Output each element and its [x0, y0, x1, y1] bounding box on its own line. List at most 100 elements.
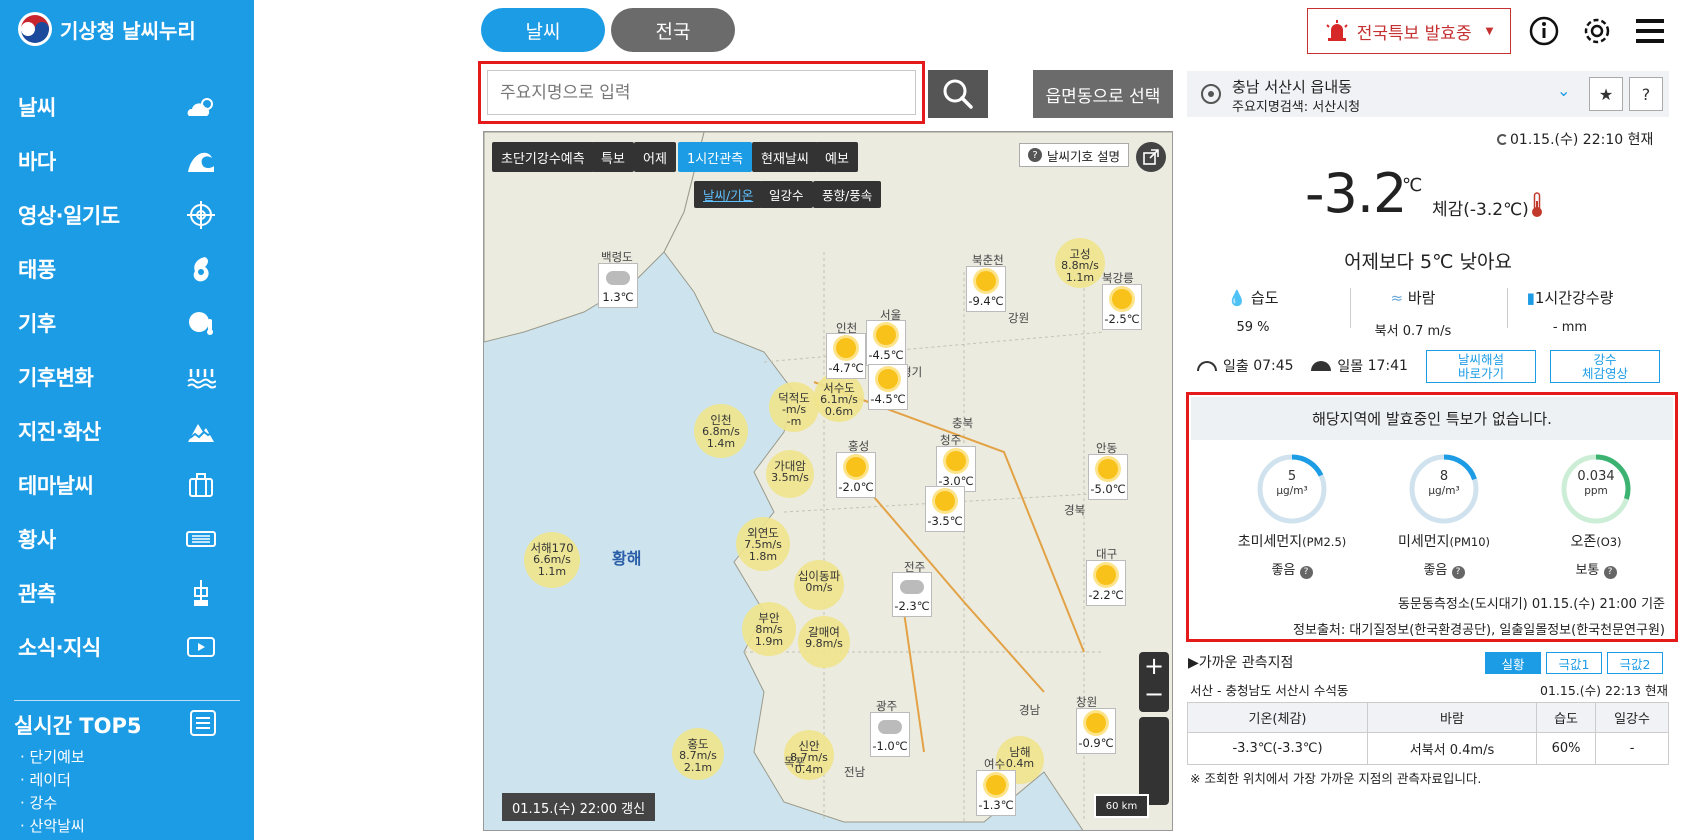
time-control[interactable] [1139, 717, 1169, 805]
siren-icon [1325, 20, 1348, 41]
station-weather-marker[interactable]: -3.5℃ [925, 486, 965, 532]
sidebar-item-weather[interactable]: 날씨 [0, 80, 254, 134]
menu-button[interactable] [1633, 14, 1667, 48]
map-btn-nowcast[interactable]: 초단기강수예측 [492, 142, 594, 172]
help-icon[interactable]: ? [1603, 566, 1617, 579]
top5-item[interactable]: · 강수 [20, 792, 85, 815]
settings-button[interactable] [1580, 14, 1614, 48]
help-button[interactable]: ? [1629, 77, 1663, 111]
buoy-marker[interactable]: 가대암 3.5m/s [766, 450, 814, 498]
brand[interactable]: 기상청 날씨누리 [18, 12, 196, 46]
sidebar-item-climate[interactable]: 기후 [0, 296, 254, 350]
favorite-button[interactable]: ★ [1589, 77, 1623, 111]
wind-metric: ≈ 바람 북서 0.7 m/s [1333, 287, 1493, 339]
station-weather-marker[interactable]: -1.3℃ [976, 770, 1016, 816]
target-icon[interactable] [1201, 84, 1221, 104]
tab-weather[interactable]: 날씨 [481, 8, 605, 52]
station-weather-marker[interactable]: -2.3℃ [892, 572, 932, 617]
buoy-marker[interactable]: 덕적도 -m/s -m [769, 382, 819, 432]
station-weather-marker[interactable]: -4.7℃ [826, 333, 866, 379]
map-btn-current[interactable]: 현재날씨 [752, 142, 818, 172]
buoy-marker[interactable]: 서해170 6.6m/s 1.1m [524, 532, 580, 588]
map-btn-hourly-obs[interactable]: 1시간관측 [678, 142, 753, 172]
station-weather-marker[interactable]: -1.0℃ [870, 712, 910, 757]
tab-live[interactable]: 실황 [1485, 652, 1541, 674]
station-weather-marker[interactable]: -2.2℃ [1086, 560, 1126, 606]
humidity-metric: 💧 습도 59 % [1173, 287, 1333, 335]
help-icon[interactable]: ? [1451, 566, 1465, 579]
wind-value: 북서 0.7 m/s [1374, 324, 1452, 339]
sidebar-item-label: 영상·일기도 [18, 204, 120, 228]
map-sub-weather-temp[interactable]: 날씨/기온 [694, 181, 763, 208]
buoy-marker[interactable]: 갈매여 9.8m/s [798, 616, 850, 668]
brand-name: 기상청 날씨누리 [60, 18, 196, 43]
nearby-location: 서산 - 충청남도 서산시 수석동 [1190, 683, 1349, 698]
station-weather-marker[interactable]: -9.4℃ [966, 266, 1006, 312]
legend-button[interactable]: ? 날씨기호 설명 [1019, 143, 1129, 167]
buoy-marker[interactable]: 십이동파 0m/s [794, 560, 844, 610]
region-label: 경남 [1019, 703, 1041, 717]
column-header: 일강수 [1595, 702, 1669, 733]
feels-like: 체감(-3.2℃) [1432, 200, 1529, 220]
tab-extreme1[interactable]: 극값1 [1546, 652, 1602, 674]
station-weather-marker[interactable]: -4.5℃ [866, 320, 906, 366]
sidebar-item-observation[interactable]: 관측 [0, 566, 254, 620]
map-btn-forecast[interactable]: 예보 [816, 142, 858, 172]
emd-select-button[interactable]: 읍면동으로 선택 [1033, 70, 1173, 118]
column-header: 습도 [1535, 702, 1597, 733]
buoy-marker[interactable]: 고성 8.8m/s 1.1m [1055, 238, 1105, 288]
flood-icon [184, 363, 218, 391]
sidebar-item-typhoon[interactable]: 태풍 [0, 242, 254, 296]
top5-item[interactable]: · 레이더 [20, 769, 85, 792]
partly-cloudy-icon [184, 93, 218, 121]
zoom-control[interactable]: + − [1139, 652, 1169, 712]
info-button[interactable] [1527, 14, 1561, 48]
external-link-button[interactable] [1136, 142, 1166, 172]
top5-item[interactable]: · 산악날씨 [20, 815, 85, 838]
buoy-marker[interactable]: 외연도 7.5m/s 1.8m [736, 517, 790, 571]
top5-list: · 단기예보 · 레이더 · 강수 · 산악날씨 [20, 746, 85, 838]
sidebar-item-satellite[interactable]: 영상·일기도 [0, 188, 254, 242]
location-bar[interactable]: 충남 서산시 읍내동 주요지명검색: 서산시청 ⌄ ★ ? [1187, 71, 1669, 117]
zoom-out-button[interactable]: − [1139, 680, 1169, 708]
tab-nation[interactable]: 전국 [611, 8, 735, 52]
sidebar-item-yellow-dust[interactable]: 황사 [0, 512, 254, 566]
sidebar-item-climate-change[interactable]: 기후변화 [0, 350, 254, 404]
search-input[interactable] [487, 70, 916, 115]
rain-video-button[interactable]: 강수 체감영상 [1550, 350, 1660, 383]
info-icon [1529, 16, 1559, 46]
list-icon[interactable] [190, 710, 216, 740]
sidebar-item-news[interactable]: 소식·지식 [0, 620, 254, 674]
search-button[interactable] [928, 70, 988, 118]
tab-extreme2[interactable]: 극값2 [1607, 652, 1663, 674]
buoy-marker[interactable]: 서수도 6.1m/s 0.6m [814, 372, 864, 422]
station-weather-marker[interactable]: -2.5℃ [1102, 284, 1142, 330]
station-weather-marker[interactable]: -5.0℃ [1088, 454, 1128, 500]
refresh-icon[interactable] [1497, 134, 1508, 145]
map-btn-warning[interactable]: 특보 [592, 142, 634, 172]
map-sub-wind[interactable]: 풍향/풍속 [813, 181, 882, 208]
top5-item[interactable]: · 단기예보 [20, 746, 85, 769]
chevron-down-icon[interactable]: ⌄ [1557, 81, 1570, 100]
station-name: 목포 [784, 755, 806, 769]
sun-icon [876, 325, 896, 345]
station-weather-marker[interactable]: 1.3℃ [598, 263, 638, 308]
sun-icon [1086, 713, 1106, 733]
sidebar-item-theme-weather[interactable]: 테마날씨 [0, 458, 254, 512]
map-sub-daily-rain[interactable]: 일강수 [760, 181, 813, 208]
nearby-title: ▶가까운 관측지점 [1188, 655, 1294, 671]
buoy-marker[interactable]: 부안 8m/s 1.9m [742, 602, 796, 656]
map-btn-yesterday[interactable]: 어제 [634, 142, 676, 172]
station-weather-marker[interactable]: -4.5℃ [868, 364, 908, 410]
sidebar-item-sea[interactable]: 바다 [0, 134, 254, 188]
station-weather-marker[interactable]: -0.9℃ [1076, 708, 1116, 754]
nation-alert-button[interactable]: 전국특보 발효중 ▼ [1307, 8, 1511, 54]
sidebar-item-earthquake[interactable]: 지진·화산 [0, 404, 254, 458]
buoy-marker[interactable]: 인천 6.8m/s 1.4m [694, 404, 748, 458]
help-icon[interactable]: ? [1299, 566, 1313, 579]
weather-map[interactable]: 초단기강수예측 특보 어제 1시간관측 현재날씨 예보 날씨/기온 일강수 풍향… [483, 131, 1173, 831]
buoy-marker[interactable]: 홍도 8.7m/s 2.1m [672, 728, 724, 780]
weather-commentary-button[interactable]: 날씨해설 바로가기 [1426, 350, 1536, 383]
zoom-in-button[interactable]: + [1139, 652, 1169, 680]
station-weather-marker[interactable]: -2.0℃ [836, 452, 876, 498]
